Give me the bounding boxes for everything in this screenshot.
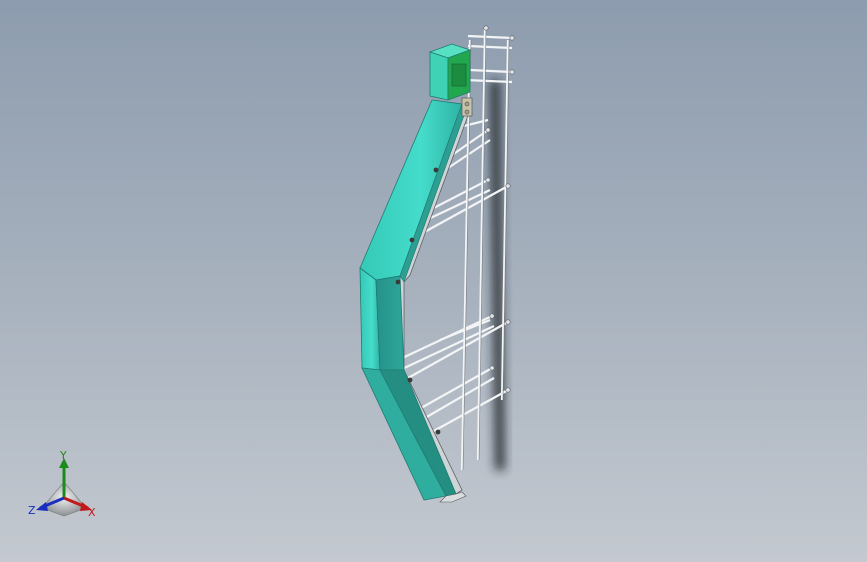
conveyor-model-icon[interactable]	[0, 0, 867, 562]
y-axis-label: Y	[60, 449, 67, 462]
x-axis-label: X	[88, 506, 96, 519]
coordinate-triad: Y X Z	[24, 448, 104, 522]
model-shadow	[490, 80, 505, 470]
head-bracket	[461, 97, 473, 117]
head-box-front	[429, 51, 449, 101]
chute-lower-side	[375, 275, 405, 371]
head-box-panel	[451, 63, 467, 87]
z-axis-label: Z	[28, 504, 36, 517]
graphics-viewport[interactable]: Y X Z	[0, 0, 867, 562]
